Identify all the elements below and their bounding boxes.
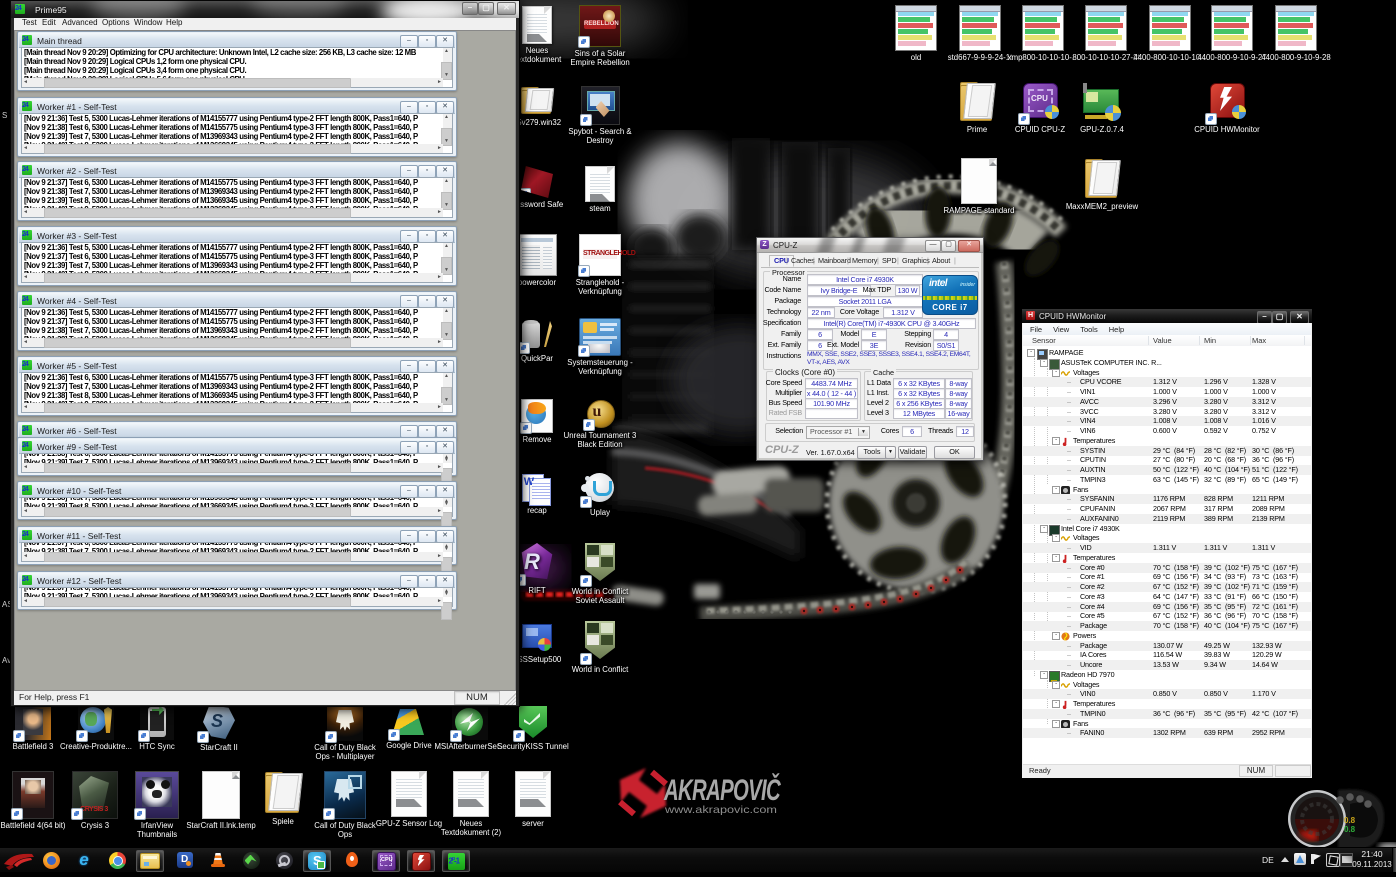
- svg-text:0.8: 0.8: [1344, 825, 1356, 834]
- svg-text:0.8: 0.8: [1344, 816, 1356, 825]
- svg-text:S: S: [2, 111, 7, 120]
- svg-text:www.akrapovic.com: www.akrapovic.com: [664, 804, 778, 816]
- svg-text:AKRAPOVIČ: AKRAPOVIČ: [663, 773, 781, 807]
